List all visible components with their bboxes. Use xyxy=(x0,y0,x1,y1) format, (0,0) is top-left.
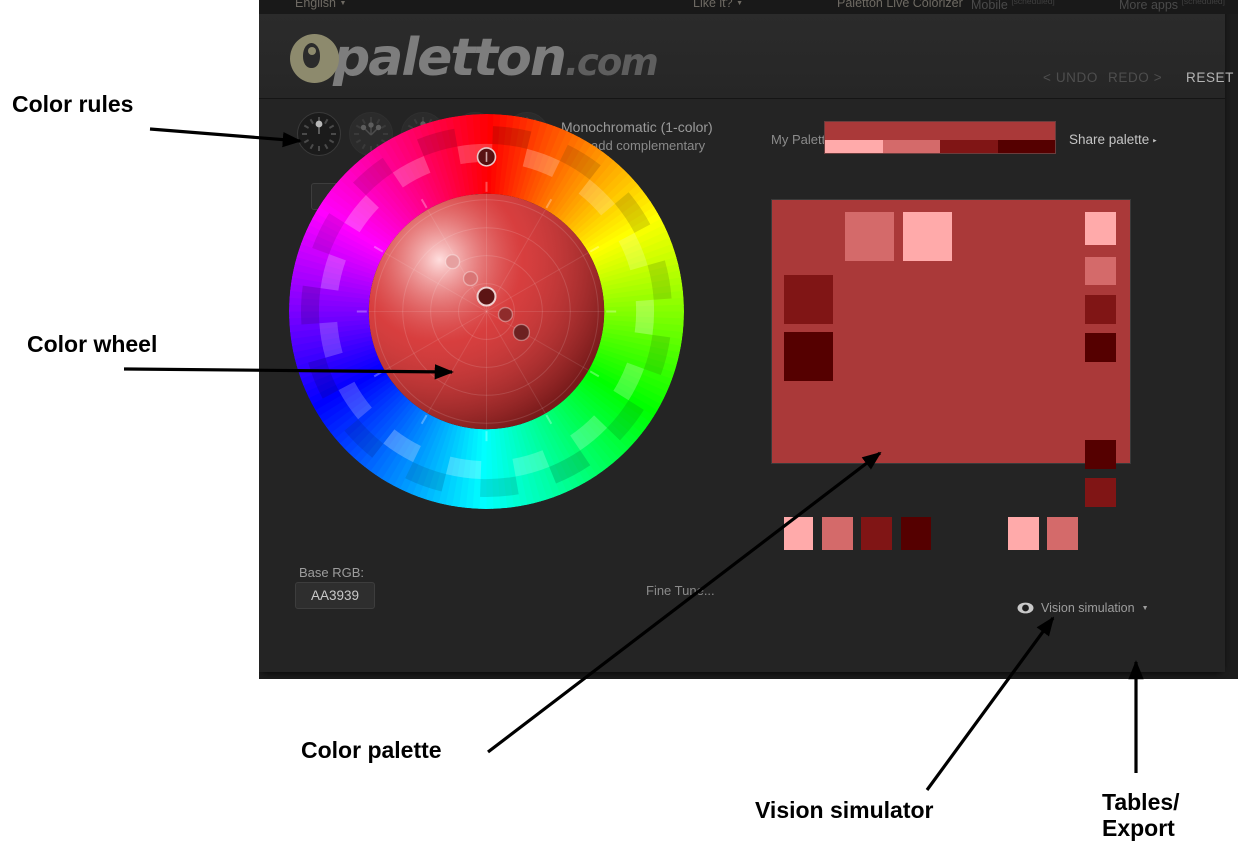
marker-light-2[interactable] xyxy=(444,253,461,270)
color-wheel-area xyxy=(281,104,751,664)
color-wheel[interactable] xyxy=(289,114,684,509)
preview-panel: My Palette: Share palette ▸ Vision simul… xyxy=(749,99,1217,659)
preview-swatch-8[interactable] xyxy=(1085,333,1116,362)
my-palette-swatches xyxy=(825,140,1055,153)
live-colorizer-link[interactable]: Paletton Live Colorizer xyxy=(837,0,963,10)
chevron-down-icon: ▼ xyxy=(1141,604,1149,612)
annotation-vision-simulator: Vision simulator xyxy=(755,797,934,823)
preview-swatch-1[interactable] xyxy=(845,212,894,261)
preview-swatch-6[interactable] xyxy=(1085,295,1116,324)
share-palette-button[interactable]: Share palette ▸ xyxy=(1069,132,1157,147)
like-it-menu[interactable]: Like it? ▼ xyxy=(693,0,743,10)
preview-swatch-11[interactable] xyxy=(784,517,813,550)
base-rgb-input[interactable]: AA3939 xyxy=(295,582,375,609)
more-apps-link[interactable]: More apps [scheduled] xyxy=(1119,0,1225,12)
preview-swatch-7[interactable] xyxy=(784,332,833,381)
preview-swatch-16[interactable] xyxy=(1047,517,1078,550)
hue-handle[interactable] xyxy=(476,147,497,167)
preview-swatch-4[interactable] xyxy=(1085,257,1116,285)
colors-panel: Monochromatic (1-color) add complementar… xyxy=(276,99,751,659)
marker-base[interactable] xyxy=(476,286,497,307)
marker-hue-handle[interactable] xyxy=(476,147,497,167)
preview-canvas[interactable] xyxy=(771,199,1131,550)
paletton-logo[interactable]: paletton.com xyxy=(290,28,659,88)
preview-swatch-10[interactable] xyxy=(1085,478,1116,507)
preview-swatch-3[interactable] xyxy=(1085,212,1116,245)
annotation-color-wheel: Color wheel xyxy=(27,331,158,357)
fine-tune-button[interactable]: Fine Tune... xyxy=(646,583,715,598)
paletton-wordmark: paletton.com xyxy=(333,28,659,88)
eye-icon xyxy=(1017,602,1034,614)
my-palette-swatch-4[interactable] xyxy=(997,140,1055,153)
marker-dark-1[interactable] xyxy=(497,306,514,323)
preview-swatch-12[interactable] xyxy=(822,517,853,550)
preview-swatch-13[interactable] xyxy=(861,517,892,550)
mobile-link[interactable]: Mobile [scheduled] xyxy=(971,0,1055,12)
annotation-color-palette: Color palette xyxy=(301,737,442,763)
vision-simulation-label: Vision simulation xyxy=(1041,601,1135,615)
language-selector[interactable]: English ▼ xyxy=(295,0,346,10)
my-palette-swatch-3[interactable] xyxy=(940,140,998,153)
app-header: paletton.com < UNDO REDO > RESET RANDOMI… xyxy=(259,14,1233,99)
preview-swatch-2[interactable] xyxy=(903,212,952,261)
my-palette-bar[interactable] xyxy=(824,121,1056,154)
marker-light-1[interactable] xyxy=(462,270,479,287)
annotation-color-rules: Color rules xyxy=(12,91,134,117)
undo-button[interactable]: < UNDO xyxy=(1043,70,1098,85)
preview-swatch-14[interactable] xyxy=(901,517,931,550)
reset-button[interactable]: RESET xyxy=(1186,70,1234,85)
base-rgb-label: Base RGB: xyxy=(299,565,365,580)
chevron-down-icon: ▼ xyxy=(339,0,347,8)
chevron-right-icon: ▸ xyxy=(1153,137,1157,145)
preview-swatch-5[interactable] xyxy=(784,275,833,324)
marker-dark-2[interactable] xyxy=(512,323,531,342)
my-palette-swatch-2[interactable] xyxy=(882,140,940,153)
paletton-logo-icon xyxy=(290,33,339,83)
app-body: Monochromatic (1-color) add complementar… xyxy=(259,99,1225,672)
my-palette-base xyxy=(825,122,1055,140)
top-utility-bar: English ▼ Like it? ▼ Paletton Live Color… xyxy=(259,0,1238,14)
preview-swatch-9[interactable] xyxy=(1085,440,1116,469)
vision-simulation-control[interactable]: Vision simulation ▼ xyxy=(1017,601,1149,615)
paletton-app-window: English ▼ Like it? ▼ Paletton Live Color… xyxy=(259,0,1238,679)
annotation-tables-export: Tables/ Export xyxy=(1102,789,1180,841)
preview-swatch-15[interactable] xyxy=(1008,517,1039,550)
chevron-down-icon: ▼ xyxy=(736,0,744,8)
redo-button[interactable]: REDO > xyxy=(1108,70,1162,85)
my-palette-swatch-1[interactable] xyxy=(825,140,883,153)
